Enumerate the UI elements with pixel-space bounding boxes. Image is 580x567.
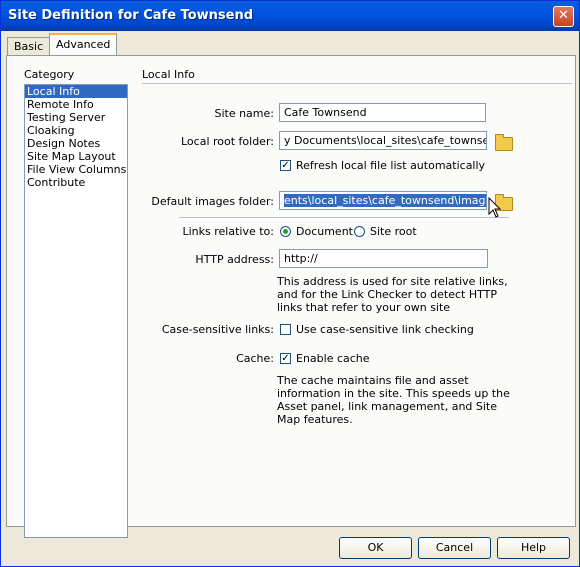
default-images-input[interactable]: ents\local_sites\cafe_townsend\images\ <box>279 191 487 210</box>
close-icon: ✕ <box>558 8 569 23</box>
category-item-local-info[interactable]: Local Info <box>25 85 127 98</box>
title-bar[interactable]: Site Definition for Cafe Townsend ✕ <box>1 1 579 31</box>
tab-panel: Category Local Info Remote Info Testing … <box>6 55 576 538</box>
links-relative-label: Links relative to: <box>182 225 275 238</box>
mouse-pointer-icon <box>488 197 502 218</box>
tab-basic[interactable]: Basic <box>7 37 51 55</box>
cache-checkbox[interactable]: ✓ <box>280 353 291 364</box>
site-name-input[interactable]: Cafe Townsend <box>279 103 486 122</box>
cancel-button[interactable]: Cancel <box>418 537 491 559</box>
category-item-site-map-layout[interactable]: Site Map Layout <box>25 150 127 163</box>
site-name-label: Site name: <box>214 107 274 120</box>
local-root-label: Local root folder: <box>180 135 274 148</box>
category-item-contribute[interactable]: Contribute <box>25 176 127 189</box>
close-button[interactable]: ✕ <box>553 6 574 27</box>
http-address-label: HTTP address: <box>195 253 274 266</box>
case-sensitive-label: Case-sensitive links: <box>161 323 274 336</box>
refresh-checkbox[interactable]: ✓ <box>280 160 291 171</box>
help-button[interactable]: Help <box>497 537 570 559</box>
links-document-label: Document <box>296 225 353 238</box>
default-images-label: Default images folder: <box>151 195 274 208</box>
links-document-radio[interactable] <box>280 226 291 237</box>
http-help-text: This address is used for site relative l… <box>277 275 508 314</box>
form-divider <box>179 217 509 218</box>
dialog-window: Site Definition for Cafe Townsend ✕ Basi… <box>0 0 580 567</box>
default-images-selected-text: ents\local_sites\cafe_townsend\images\ <box>284 194 486 207</box>
links-siteroot-label: Site root <box>370 225 417 238</box>
local-root-input[interactable]: y Documents\local_sites\cafe_townsend\ <box>279 131 487 150</box>
ok-button[interactable]: OK <box>339 537 412 559</box>
section-heading: Local Info <box>142 68 195 81</box>
refresh-checkbox-label: Refresh local file list automatically <box>296 159 486 172</box>
case-sensitive-checkbox[interactable] <box>280 324 291 335</box>
category-item-file-view-columns[interactable]: File View Columns <box>25 163 127 176</box>
category-list[interactable]: Local Info Remote Info Testing Server Cl… <box>24 84 128 538</box>
category-item-remote-info[interactable]: Remote Info <box>25 98 127 111</box>
window-title: Site Definition for Cafe Townsend <box>8 8 254 23</box>
category-item-design-notes[interactable]: Design Notes <box>25 137 127 150</box>
section-divider <box>142 83 572 84</box>
case-sensitive-option-label: Use case-sensitive link checking <box>296 323 474 336</box>
category-item-testing-server[interactable]: Testing Server <box>25 111 127 124</box>
cache-label: Cache: <box>236 352 274 365</box>
local-root-folder-icon[interactable] <box>495 134 513 151</box>
cache-help-text: The cache maintains file and asset infor… <box>277 374 510 426</box>
category-heading: Category <box>24 68 75 81</box>
links-siteroot-radio[interactable] <box>354 226 365 237</box>
category-item-cloaking[interactable]: Cloaking <box>25 124 127 137</box>
tab-advanced[interactable]: Advanced <box>49 33 118 57</box>
http-address-input[interactable]: http:// <box>279 249 488 268</box>
cache-option-label: Enable cache <box>296 352 370 365</box>
